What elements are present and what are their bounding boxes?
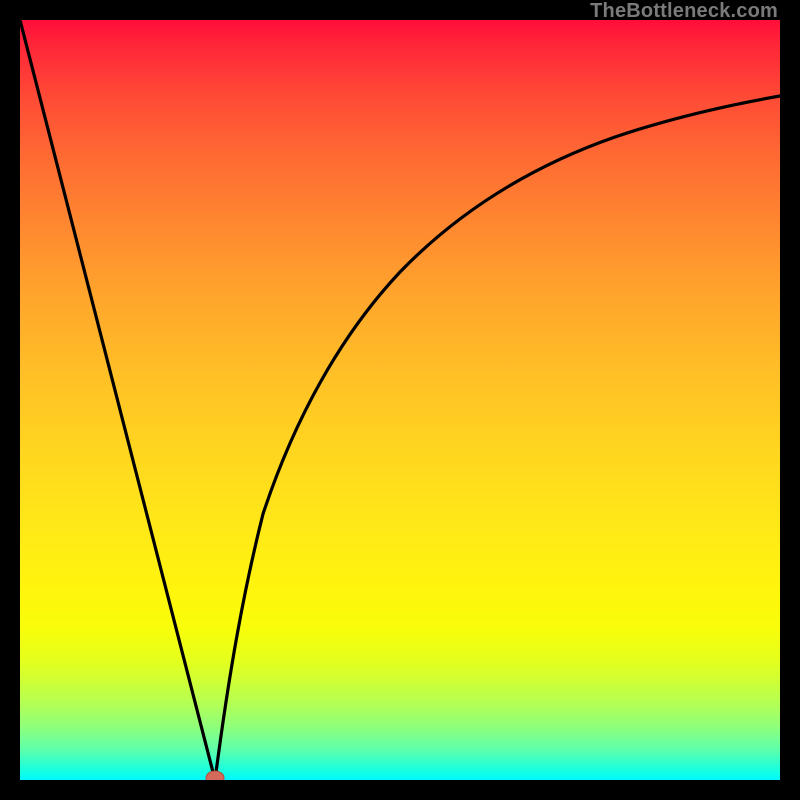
attribution-text: TheBottleneck.com [590, 0, 778, 23]
plot-area [20, 20, 780, 780]
curve-path [20, 20, 780, 780]
bottleneck-curve [20, 20, 780, 780]
chart-frame: TheBottleneck.com [0, 0, 800, 800]
minimum-marker [206, 771, 224, 780]
